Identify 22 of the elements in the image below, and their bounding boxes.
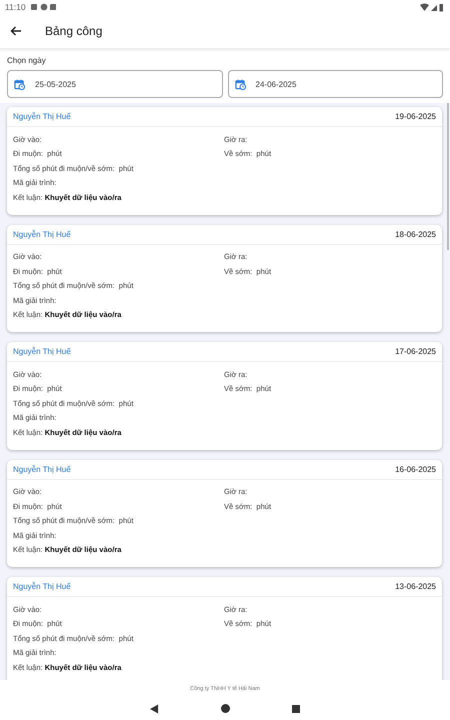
home-nav-button[interactable] bbox=[221, 704, 230, 713]
back-nav-button[interactable] bbox=[150, 704, 159, 714]
calendar-clock-icon bbox=[14, 78, 25, 90]
record-date: 17-06-2025 bbox=[395, 347, 436, 356]
back-button[interactable] bbox=[9, 24, 23, 38]
record-date: 16-06-2025 bbox=[395, 464, 436, 474]
record-date: 19-06-2025 bbox=[395, 112, 436, 121]
employee-name: Nguyễn Thị Huế bbox=[13, 112, 71, 121]
employee-name: Nguyễn Thị Huế bbox=[13, 582, 71, 591]
date-field[interactable]: 24-06-2025 bbox=[228, 70, 443, 98]
overview-nav-button[interactable] bbox=[292, 704, 300, 712]
date-field[interactable]: 25-05-2025 bbox=[7, 70, 222, 98]
employee-name: Nguyễn Thị Huế bbox=[13, 347, 71, 356]
employee-name: Nguyễn Thị Huế bbox=[13, 230, 71, 238]
calendar-clock-icon bbox=[234, 78, 246, 90]
date-range-label: Chọn ngày bbox=[7, 56, 47, 65]
record-date: 13-06-2025 bbox=[395, 582, 436, 591]
system-status-icons bbox=[420, 2, 444, 12]
employee-name: Nguyễn Thị Huế bbox=[13, 464, 71, 474]
record-date: 18-06-2025 bbox=[395, 230, 436, 238]
page-title: Bảng công bbox=[45, 24, 102, 38]
status-time: 11:10 bbox=[5, 2, 26, 12]
